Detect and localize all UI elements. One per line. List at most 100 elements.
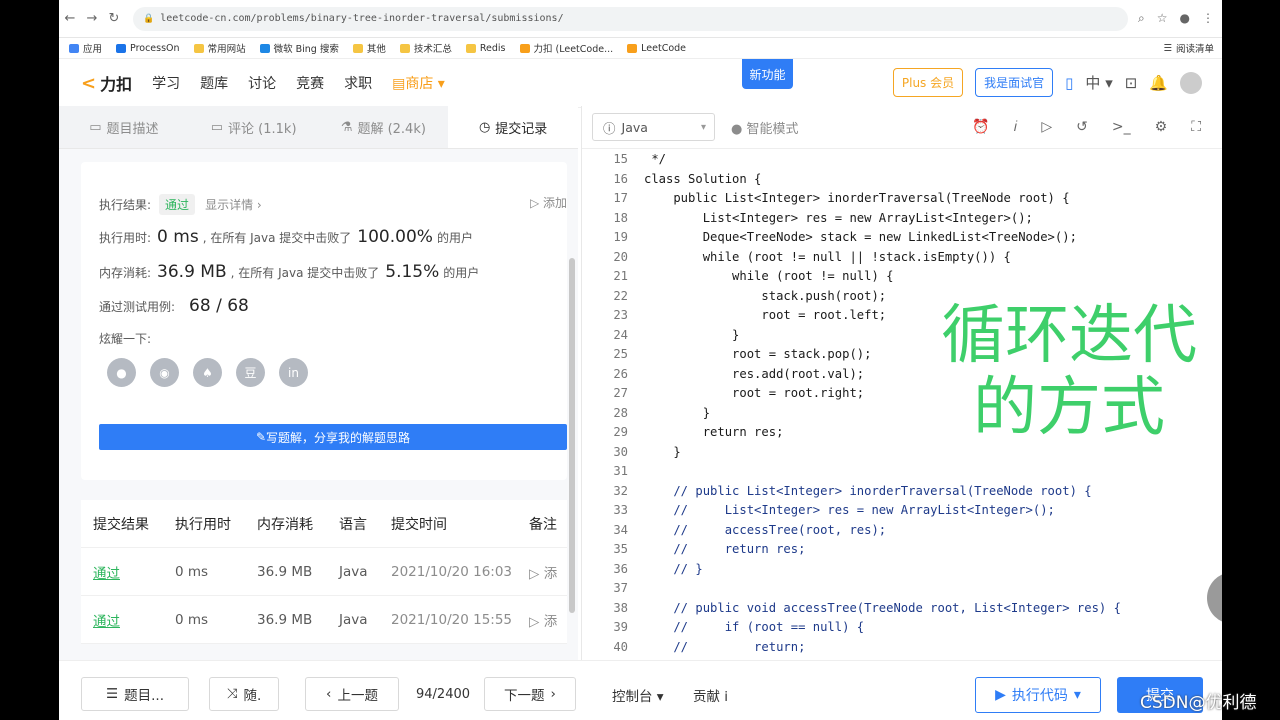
settings-icon[interactable]: ⚙: [1155, 119, 1168, 135]
line-number: 15: [613, 152, 628, 166]
notification-bell-icon[interactable]: 🔔: [1149, 74, 1168, 92]
line-number: 25: [613, 347, 628, 361]
chevron-left-icon: ‹: [326, 686, 332, 702]
alarm-clock-icon[interactable]: ⏰: [972, 119, 989, 135]
language-switch[interactable]: 中 ▾: [1085, 72, 1112, 93]
show-details-link[interactable]: 显示详情 ›: [205, 196, 262, 213]
code-line: Deque<TreeNode> stack = new LinkedList<T…: [644, 230, 1077, 244]
top-nav: 学习 题库 讨论 竞赛 求职 ▤商店 ▾: [152, 73, 445, 93]
contribute-button[interactable]: 贡献 i: [693, 685, 728, 705]
nav-learn[interactable]: 学习: [152, 73, 180, 93]
info-icon: ⓘ: [603, 120, 616, 136]
runtime-users: 的用户: [436, 231, 473, 245]
run-code-button[interactable]: ▶ 执行代码 ▾: [975, 677, 1101, 713]
code-line: List<Integer> res = new ArrayList<Intege…: [644, 210, 1033, 225]
bookmark-leetcode-cn[interactable]: 力扣 (LeetCode...: [519, 41, 613, 55]
flag-icon: ▷: [529, 565, 544, 582]
terminal-icon[interactable]: >_: [1112, 119, 1131, 135]
header-status: 提交结果: [93, 516, 149, 533]
row-add-note[interactable]: ▷ 添: [529, 562, 567, 582]
nav-problems[interactable]: 题库: [200, 73, 228, 93]
fullscreen-icon[interactable]: ⛶: [1191, 119, 1201, 135]
share-icons: ● ◉ ♠ 豆 in: [107, 358, 308, 387]
url-text: leetcode-cn.com/problems/binary-tree-ino…: [160, 13, 564, 24]
header-memory: 内存消耗: [257, 516, 313, 533]
nav-discuss[interactable]: 讨论: [248, 73, 276, 93]
forward-icon[interactable]: →: [81, 11, 103, 26]
row-date: 2021/10/20 15:55: [391, 611, 513, 628]
playground-icon[interactable]: ⊡: [1125, 74, 1138, 92]
avatar[interactable]: [1180, 71, 1202, 94]
bookmark-processon[interactable]: ProcessOn: [116, 43, 180, 54]
info-i-icon[interactable]: 𝑖: [1014, 119, 1018, 135]
clock-icon: ◷: [478, 119, 491, 135]
row-add-note[interactable]: ▷ 添: [529, 610, 567, 630]
interviewer-button[interactable]: 我是面试官: [975, 68, 1054, 97]
mobile-icon[interactable]: ▯: [1065, 74, 1073, 92]
logo[interactable]: < 力扣: [81, 71, 132, 95]
next-problem-button[interactable]: 下一题 ›: [484, 677, 576, 711]
douban-icon[interactable]: 豆: [236, 358, 265, 387]
new-feature-badge[interactable]: 新功能: [742, 59, 793, 89]
code-line: res.add(root.val);: [644, 366, 865, 381]
linkedin-icon[interactable]: in: [279, 358, 308, 387]
code-line: // accessTree(root, res);: [644, 522, 887, 537]
left-scrollbar[interactable]: [569, 258, 575, 613]
bookmark-other[interactable]: 其他: [352, 41, 386, 55]
address-bar[interactable]: 🔒 leetcode-cn.com/problems/binary-tree-i…: [133, 6, 1129, 31]
leetcode-icon: [519, 43, 530, 53]
reset-icon[interactable]: ↺: [1076, 119, 1088, 135]
bookmark-common-sites[interactable]: 常用网站: [193, 41, 246, 55]
write-solution-button[interactable]: ✎ 写题解，分享我的解题思路: [99, 424, 567, 450]
nav-shop[interactable]: ▤商店 ▾: [392, 73, 445, 93]
bookmark-apps[interactable]: 应用: [69, 41, 102, 55]
code-line: // public void accessTree(TreeNode root,…: [644, 600, 1121, 615]
plus-member-button[interactable]: Plus 会员: [892, 68, 964, 97]
play-flag-icon[interactable]: ▷: [1041, 119, 1052, 135]
star-icon[interactable]: ☆: [1157, 11, 1168, 26]
tab-submissions[interactable]: ◷ 提交记录: [448, 106, 578, 148]
code-line: }: [644, 327, 740, 342]
menu-icon[interactable]: ⋮: [1202, 11, 1214, 26]
bookmark-tech[interactable]: 技术汇总: [399, 41, 452, 55]
row-status-link[interactable]: 通过: [81, 610, 175, 630]
tab-solutions[interactable]: ⚗ 题解 (2.4k): [319, 106, 449, 148]
line-number: 19: [613, 230, 628, 244]
smart-mode-toggle[interactable]: ● 智能模式: [731, 118, 799, 137]
profile-icon[interactable]: ●: [1180, 11, 1190, 26]
back-icon[interactable]: ←: [59, 11, 81, 26]
row-status-link[interactable]: 通过: [81, 562, 175, 582]
line-number: 18: [613, 210, 628, 225]
share-label: 炫耀一下:: [99, 332, 152, 346]
bookmark-bing[interactable]: 微软 Bing 搜索: [259, 41, 339, 55]
line-number: 30: [613, 444, 628, 459]
tab-comments[interactable]: ▭ 评论 (1.1k): [189, 106, 319, 148]
prev-problem-button[interactable]: ‹ 上一题: [305, 677, 399, 711]
flag-icon: ▷: [529, 613, 544, 630]
wechat-icon[interactable]: ●: [107, 358, 136, 387]
reload-icon[interactable]: ↻: [103, 11, 125, 26]
bookmark-redis[interactable]: Redis: [465, 43, 506, 54]
tab-description[interactable]: ▭ 题目描述: [59, 106, 189, 148]
line-number: 24: [613, 327, 628, 342]
language-select[interactable]: ⓘ Java ▾: [592, 113, 715, 141]
bottom-bar: ☰ 题目... ⤨ 随. ‹ 上一题 94/2400 下一题 › 控制台 ▾ 贡献 i …: [59, 660, 1222, 720]
reading-list[interactable]: ☰ 阅读清单: [1163, 41, 1214, 56]
code-line: root = stack.pop();: [644, 347, 872, 361]
weibo-icon[interactable]: ◉: [150, 358, 179, 387]
bookmark-leetcode[interactable]: LeetCode: [627, 43, 686, 54]
qq-icon[interactable]: ♠: [193, 358, 222, 387]
leetcode-icon: [627, 43, 638, 53]
problem-list-button[interactable]: ☰ 题目...: [81, 677, 189, 711]
code-line: */: [644, 152, 667, 166]
nav-contest[interactable]: 竞赛: [296, 73, 324, 93]
lock-icon: 🔒: [143, 13, 155, 24]
random-button[interactable]: ⤨ 随.: [209, 677, 279, 711]
tests-label: 通过测试用例:: [99, 300, 176, 314]
left-panel: ▭ 题目描述 ▭ 评论 (1.1k) ⚗ 题解 (2.4k) ◷ 提交记录 执行结果: …: [59, 106, 578, 660]
add-note-button[interactable]: ▷ 添加: [530, 194, 567, 211]
zoom-icon[interactable]: ⌕: [1138, 11, 1145, 26]
nav-jobs[interactable]: 求职: [344, 73, 372, 93]
code-line: while (root != null) {: [644, 269, 894, 283]
console-toggle[interactable]: 控制台 ▾: [612, 685, 664, 705]
